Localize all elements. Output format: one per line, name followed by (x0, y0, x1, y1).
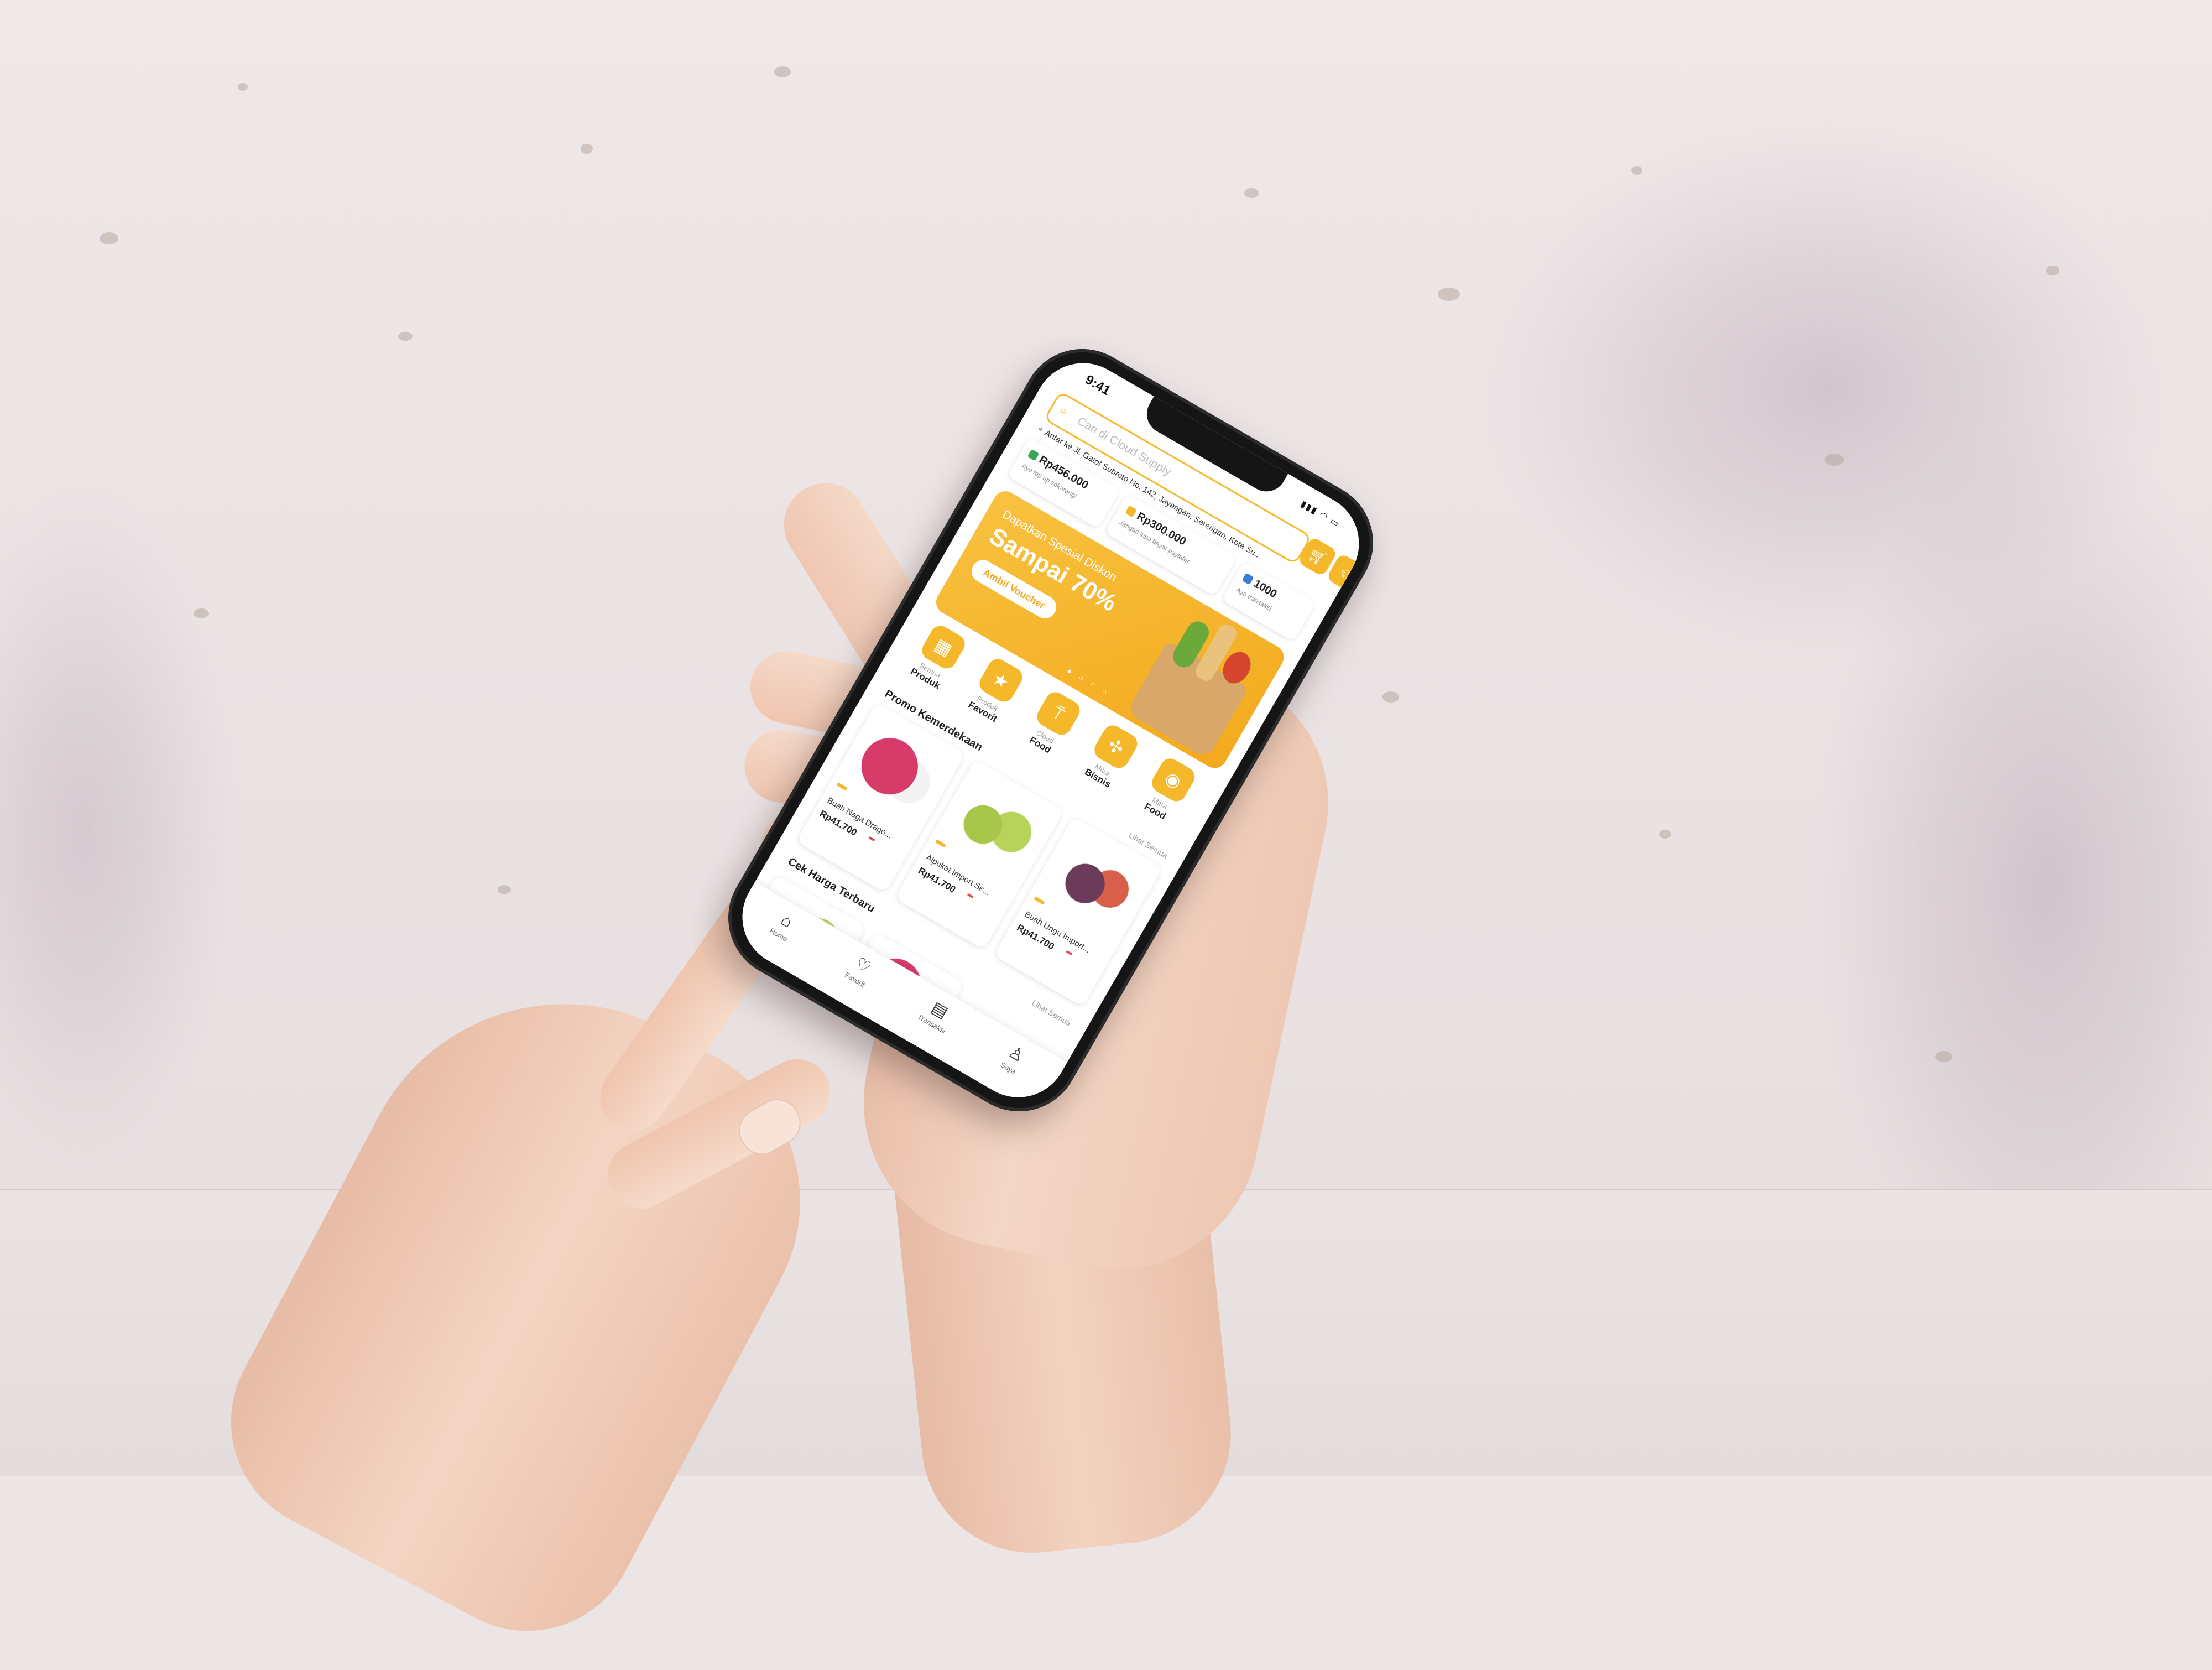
phone-holder: 9:41 ▮▮▮ ◠ ▭ ⌕ Cari di Cloud Supply 🛒︎ ☺… (691, 326, 1421, 1134)
search-icon: ⌕ (1057, 402, 1071, 418)
avocado-image (941, 773, 1050, 881)
user-icon: ☺︎ (1335, 562, 1357, 584)
wall-speck (1659, 830, 1671, 839)
dragon-fruit-image (842, 716, 951, 824)
points-icon (1241, 573, 1254, 585)
wall-speck (1438, 288, 1460, 301)
wall-speck (581, 144, 593, 154)
wall-speck (2046, 266, 2059, 275)
wall-speck (398, 332, 413, 341)
discount-badge (1065, 950, 1073, 956)
fig-image (1040, 830, 1149, 938)
wall-speck (774, 66, 791, 77)
grocery-bag-illustration (1126, 617, 1256, 759)
wall-speck (194, 608, 209, 618)
status-time: 9:41 (1082, 372, 1113, 399)
wall-speck (100, 232, 118, 244)
wall-speck (1825, 454, 1844, 466)
app-screen: 9:41 ▮▮▮ ◠ ▭ ⌕ Cari di Cloud Supply 🛒︎ ☺… (724, 345, 1378, 1116)
wall-speck (1936, 1051, 1952, 1062)
discount-badge (868, 836, 875, 842)
wall-speck (1631, 166, 1642, 175)
signal-wifi-battery-icon: ▮▮▮ ◠ ▭ (1298, 499, 1342, 529)
paylater-icon (1125, 505, 1138, 518)
wallet-icon (1027, 449, 1040, 461)
discount-badge (967, 893, 974, 899)
carousel-dots[interactable]: ● ○ ○ ○ (1066, 666, 1112, 698)
wall-speck (498, 885, 511, 894)
location-pin-icon: ⌖ (1036, 424, 1045, 435)
smartphone: 9:41 ▮▮▮ ◠ ▭ ⌕ Cari di Cloud Supply 🛒︎ ☺… (706, 326, 1396, 1134)
wall-speck (238, 83, 248, 91)
cart-icon: 🛒︎ (1305, 544, 1330, 569)
wall-speck (1244, 188, 1259, 198)
